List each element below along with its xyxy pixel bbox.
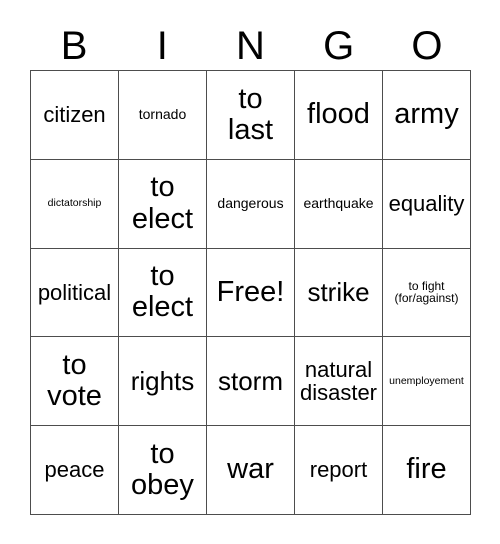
bingo-cell[interactable]: war — [207, 426, 295, 515]
bingo-cell-label: flood — [307, 98, 370, 131]
bingo-cell[interactable]: political — [31, 248, 119, 338]
bingo-cell-label: natural disaster — [299, 356, 378, 406]
bingo-cell[interactable]: to elect — [119, 159, 207, 249]
bingo-cell[interactable]: flood — [295, 71, 383, 160]
bingo-cell-label: dangerous — [217, 195, 284, 212]
bingo-cell-label: rights — [130, 366, 195, 397]
bingo-cell[interactable]: dangerous — [207, 159, 295, 249]
bingo-cell[interactable]: peace — [31, 426, 119, 515]
bingo-cell[interactable]: to fight (for/against) — [383, 248, 471, 338]
bingo-cell-label: to obey — [131, 437, 194, 502]
bingo-card: B I N G O citizen tornado to last flood … — [0, 0, 500, 544]
bingo-cell[interactable]: to vote — [31, 337, 119, 427]
bingo-cell[interactable]: to elect — [119, 248, 207, 338]
bingo-cell-label: to last — [227, 82, 274, 146]
bingo-cell[interactable]: army — [383, 71, 471, 160]
bingo-cell-label: report — [309, 457, 368, 483]
bingo-cell-label: tornado — [138, 106, 187, 123]
header-letter-i: I — [156, 24, 168, 68]
bingo-cell-label: strike — [307, 277, 370, 308]
bingo-cell[interactable]: dictatorship — [31, 159, 119, 249]
header-letter-b: B — [60, 24, 88, 68]
bingo-cell[interactable]: strike — [295, 248, 383, 338]
bingo-cell-label: peace — [44, 457, 105, 483]
bingo-cell-label: army — [394, 98, 459, 131]
bingo-cell-label: citizen — [43, 102, 106, 128]
bingo-cell-label: to vote — [47, 348, 102, 413]
bingo-cell-label: unemployement — [389, 374, 464, 387]
bingo-cell[interactable]: report — [295, 426, 383, 515]
bingo-cell-free[interactable]: Free! — [207, 248, 295, 338]
bingo-cell[interactable]: tornado — [119, 71, 207, 160]
bingo-cell-label: dictatorship — [47, 197, 102, 210]
bingo-cell[interactable]: citizen — [31, 71, 119, 160]
bingo-cell[interactable]: to last — [207, 71, 295, 160]
bingo-cell-label: earthquake — [303, 195, 374, 212]
bingo-cell-label: war — [227, 453, 274, 486]
bingo-cell-label: to elect — [131, 171, 194, 235]
bingo-cell-label: political — [37, 279, 112, 305]
bingo-cell-label: equality — [388, 190, 465, 216]
header-letter-n: N — [236, 24, 265, 68]
bingo-cell[interactable]: earthquake — [295, 159, 383, 249]
bingo-cell[interactable]: unemployement — [383, 337, 471, 427]
bingo-cell[interactable]: rights — [119, 337, 207, 427]
bingo-cell[interactable]: natural disaster — [295, 337, 383, 427]
bingo-cell-label: to elect — [131, 260, 194, 324]
bingo-cell[interactable]: equality — [383, 159, 471, 249]
bingo-cell[interactable]: fire — [383, 426, 471, 515]
header-letter-o: O — [411, 24, 443, 68]
bingo-cell[interactable]: to obey — [119, 426, 207, 515]
bingo-cell-label: fire — [406, 453, 447, 486]
bingo-cell[interactable]: storm — [207, 337, 295, 427]
bingo-cell-label: Free! — [216, 275, 285, 308]
bingo-cell-label: storm — [218, 366, 283, 397]
bingo-header-row: B I N G O — [30, 22, 471, 70]
bingo-cell-label: to fight (for/against) — [394, 278, 459, 306]
bingo-grid: citizen tornado to last flood army dicta… — [30, 70, 471, 515]
header-letter-g: G — [323, 24, 355, 68]
